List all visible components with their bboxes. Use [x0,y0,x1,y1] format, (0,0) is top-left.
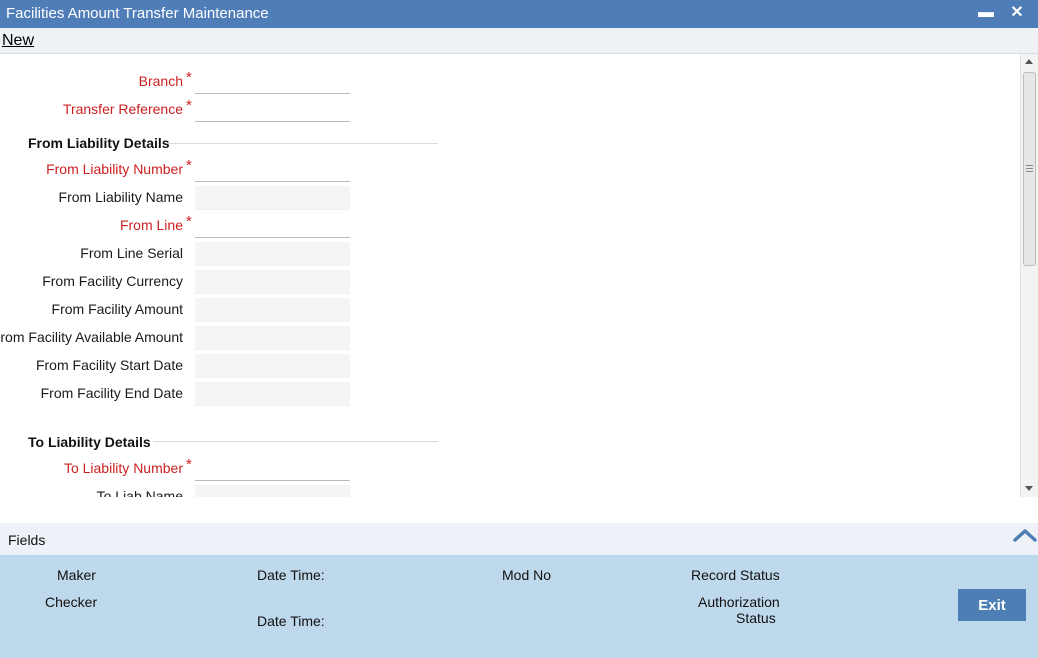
from-liability-name-row: From Liability Name [0,186,440,210]
from-facility-available-amount-input [195,326,350,350]
to-liability-number-input[interactable] [195,457,350,481]
required-marker: * [186,69,192,86]
from-facility-amount-label: From Facility Amount [51,301,183,317]
section-divider [153,441,438,442]
from-facility-currency-label: From Facility Currency [42,273,183,289]
fields-bar: Fields [0,523,1038,555]
required-marker: * [186,456,192,473]
window-titlebar: Facilities Amount Transfer Maintenance ▬… [0,0,1038,28]
from-facility-available-amount-label: From Facility Available Amount [0,329,183,345]
from-liability-number-row: From Liability Number * [0,157,440,182]
from-facility-available-amount-row: From Facility Available Amount [0,326,440,350]
checker-label: Checker [45,594,98,610]
scrollbar-thumb[interactable] [1023,72,1036,266]
branch-row: Branch * [0,69,440,94]
to-liab-name-input [195,485,350,497]
from-line-label: From Line [119,217,183,233]
section-divider [168,143,438,144]
from-line-row: From Line * [0,213,440,238]
from-facility-currency-input [195,270,350,294]
checker-date-time-label: Date Time: [257,613,325,629]
to-liability-number-label: To Liability Number [63,460,183,476]
from-line-input[interactable] [195,214,350,238]
window-title: Facilities Amount Transfer Maintenance [6,5,269,22]
transfer-reference-label: Transfer Reference [62,101,183,117]
from-facility-amount-row: From Facility Amount [0,298,440,322]
chevron-up-icon[interactable] [1012,525,1038,545]
authorization-status-label: Status [736,610,776,626]
from-facility-start-date-row: From Facility Start Date [0,354,440,378]
required-marker: * [186,157,192,174]
fields-label: Fields [8,532,46,548]
from-facility-currency-row: From Facility Currency [0,270,440,294]
branch-label: Branch [138,73,183,89]
new-menu-link[interactable]: New [2,32,34,50]
scroll-up-icon[interactable] [1025,59,1033,64]
from-facility-end-date-input [195,382,350,406]
audit-footer: Maker Checker Date Time: Date Time: Mod … [0,555,1038,658]
from-liability-name-label: From Liability Name [58,189,183,205]
transfer-reference-row: Transfer Reference * [0,97,440,122]
maker-label: Maker [57,567,96,583]
to-liab-name-row: To Liab Name [0,485,440,497]
grip-icon [1026,165,1033,172]
from-liability-number-label: From Liability Number [46,161,183,177]
from-line-serial-row: From Line Serial [0,242,440,266]
from-liability-number-input[interactable] [195,158,350,182]
required-marker: * [186,97,192,114]
scroll-down-icon[interactable] [1025,486,1033,491]
required-marker: * [186,213,192,230]
form-content: Branch * Transfer Reference * From Liabi… [0,54,1020,497]
mod-no-label: Mod No [502,567,552,583]
from-facility-start-date-input [195,354,350,378]
minimize-icon[interactable]: ▬ [976,2,996,24]
from-facility-start-date-label: From Facility Start Date [35,357,183,373]
vertical-scrollbar[interactable] [1020,54,1038,497]
branch-input[interactable] [195,70,350,94]
record-status-label: Record Status [691,567,780,583]
from-facility-amount-input [195,298,350,322]
from-facility-end-date-row: From Facility End Date [0,382,440,406]
to-liability-number-row: To Liability Number * [0,456,440,481]
to-liability-section-title: To Liability Details [28,434,151,450]
from-line-serial-input [195,242,350,266]
to-liab-name-label: To Liab Name [96,488,183,497]
from-liability-name-input [195,186,350,210]
transfer-reference-input[interactable] [195,98,350,122]
close-icon[interactable]: ✕ [1007,2,1027,24]
authorization-label: Authorization [698,594,780,610]
from-facility-end-date-label: From Facility End Date [40,385,183,401]
maker-date-time-label: Date Time: [257,567,325,583]
menu-bar: New [0,28,1038,54]
from-line-serial-label: From Line Serial [80,245,183,261]
exit-button[interactable]: Exit [958,589,1026,621]
from-liability-section-title: From Liability Details [28,135,170,151]
